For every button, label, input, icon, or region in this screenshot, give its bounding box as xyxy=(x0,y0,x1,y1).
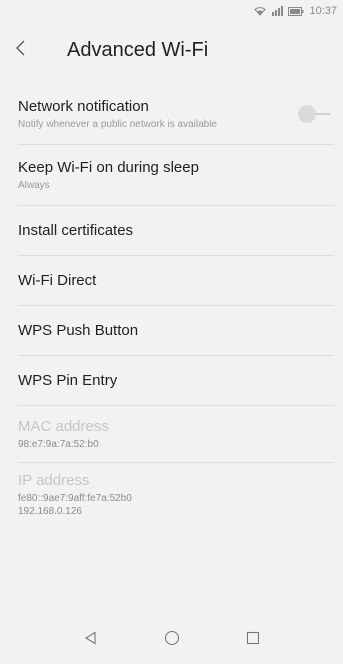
nav-back-icon xyxy=(84,631,98,650)
wps-pin-entry-title: WPS Pin Entry xyxy=(18,371,118,389)
status-time: 10:37 xyxy=(309,5,337,17)
install-certificates-row[interactable]: Install certificates xyxy=(18,206,334,256)
toggle-thumb xyxy=(298,105,316,123)
keep-wifi-on-row[interactable]: Keep Wi-Fi on during sleep Always xyxy=(18,145,334,206)
keep-wifi-on-summary: Always xyxy=(18,179,50,191)
nav-recents-button[interactable] xyxy=(238,625,268,655)
network-notification-title: Network notification xyxy=(18,97,149,115)
wps-pin-entry-row[interactable]: WPS Pin Entry xyxy=(18,356,334,406)
page-title: Advanced Wi-Fi xyxy=(67,38,209,61)
chevron-left-icon xyxy=(15,39,27,62)
settings-list: Network notification Notify whenever a p… xyxy=(0,84,343,521)
wifi-icon xyxy=(254,6,267,16)
network-notification-summary: Notify whenever a public network is avai… xyxy=(18,118,217,130)
nav-back-button[interactable] xyxy=(76,625,106,655)
wifi-direct-row[interactable]: Wi-Fi Direct xyxy=(18,256,334,306)
status-bar: 10:37 xyxy=(0,0,343,22)
navigation-bar xyxy=(0,616,343,664)
mac-address-title: MAC address xyxy=(18,417,109,435)
wifi-direct-title: Wi-Fi Direct xyxy=(18,271,97,289)
network-notification-row[interactable]: Network notification Notify whenever a p… xyxy=(18,84,334,145)
battery-icon xyxy=(288,6,304,16)
keep-wifi-on-title: Keep Wi-Fi on during sleep xyxy=(18,158,199,176)
wps-push-button-row[interactable]: WPS Push Button xyxy=(18,306,334,356)
wps-push-button-title: WPS Push Button xyxy=(18,321,139,339)
install-certificates-title: Install certificates xyxy=(18,221,134,239)
back-button[interactable] xyxy=(15,28,59,72)
mac-address-row: MAC address 98:e7:9a:7a:52:b0 xyxy=(18,406,334,463)
app-bar: Advanced Wi-Fi xyxy=(0,22,343,78)
nav-home-button[interactable] xyxy=(157,625,187,655)
network-notification-toggle[interactable] xyxy=(298,105,330,123)
ip-address-ipv4: 192.168.0.126 xyxy=(18,506,82,517)
nav-recents-icon xyxy=(246,631,260,650)
ip-address-row: IP address fe80::9ae7:9aff:fe7a:52b0 192… xyxy=(18,463,334,521)
signal-icon xyxy=(271,6,284,16)
ip-address-ipv6: fe80::9ae7:9aff:fe7a:52b0 xyxy=(18,493,132,504)
nav-home-icon xyxy=(164,630,180,651)
ip-address-title: IP address xyxy=(18,472,90,489)
mac-address-value: 98:e7:9a:7a:52:b0 xyxy=(18,438,99,450)
